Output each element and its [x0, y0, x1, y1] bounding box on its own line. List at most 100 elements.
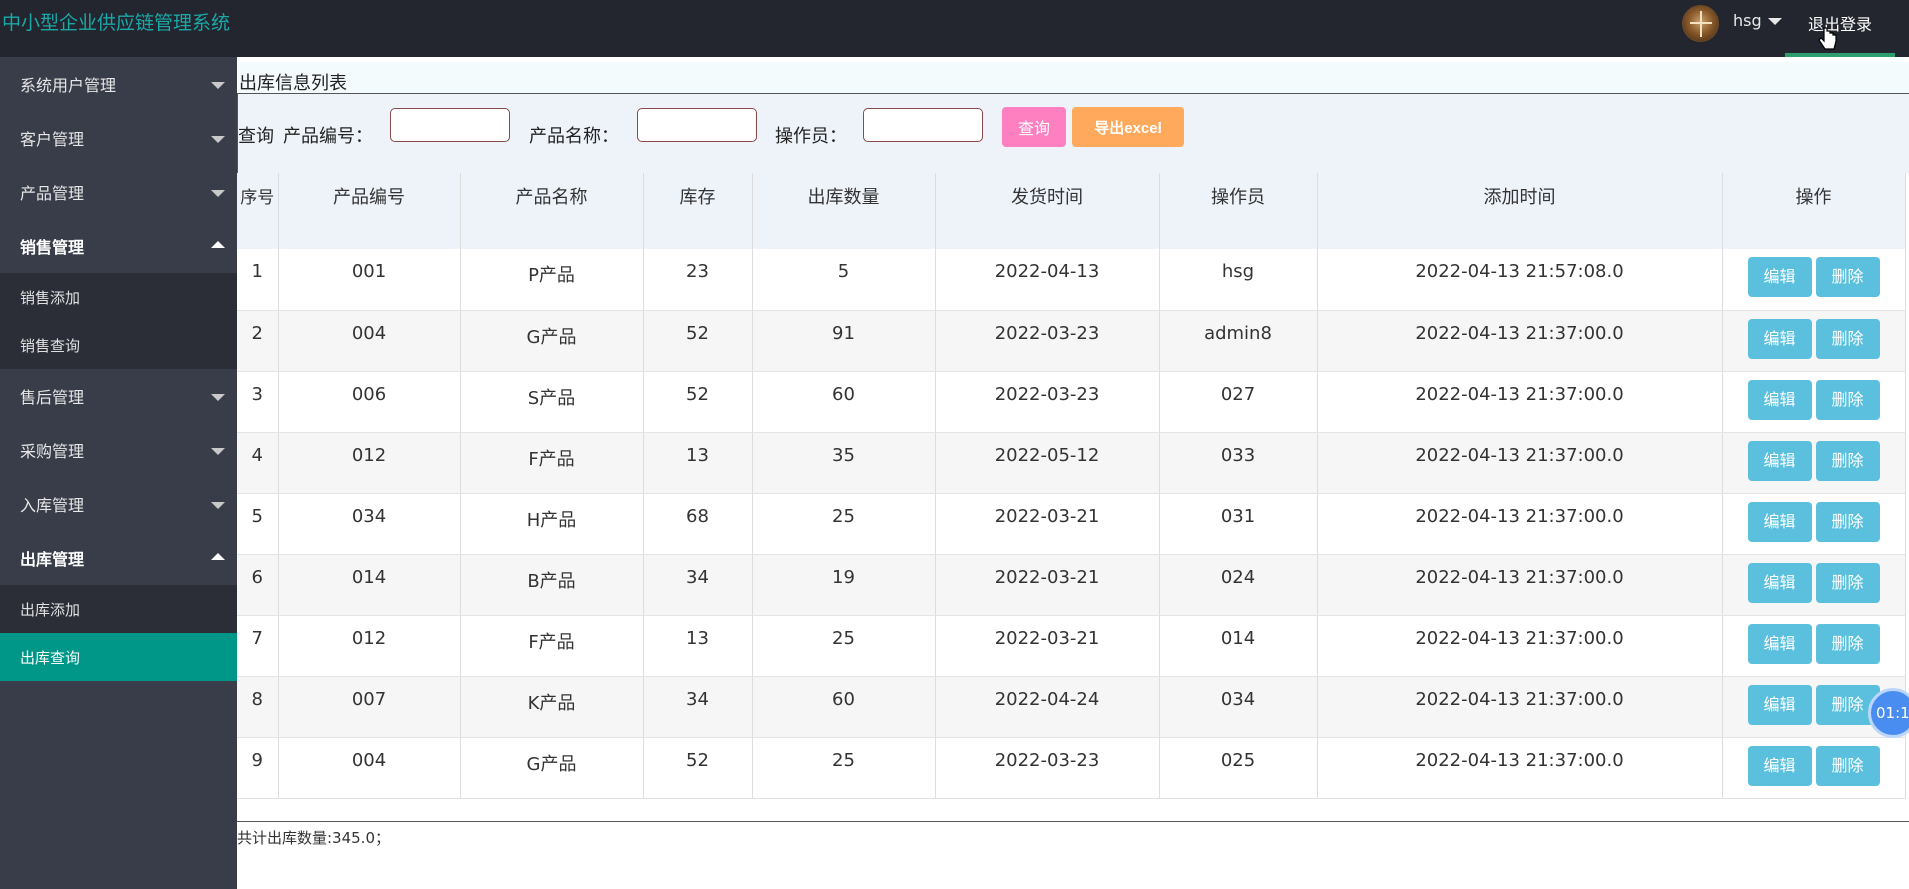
edit-button[interactable]: 编辑 — [1747, 379, 1812, 420]
table-cell: 2022-04-13 21:37:00.0 — [1317, 676, 1723, 738]
table-cell: 034 — [1159, 676, 1318, 738]
sidebar-group[interactable]: 出库管理 — [0, 531, 237, 585]
table-row: 8 007 K产品 34 60 2022-04-24 034 2022-04-13 21:37… — [237, 676, 1906, 738]
column-header: 库存 — [643, 173, 753, 249]
edit-button[interactable]: 编辑 — [1747, 562, 1812, 603]
search-form: 查询 产品编号： 产品名称： 操作员： 查询 导出excel — [237, 93, 1909, 173]
product-code-input[interactable] — [390, 108, 510, 142]
column-header: 出库数量 — [752, 173, 936, 249]
table-cell: G产品 — [460, 737, 644, 799]
sidebar-item[interactable]: 出库添加 — [0, 585, 237, 633]
table-cell: 35 — [752, 432, 936, 494]
outbound-total-summary: 共计出库数量:345.0； — [237, 829, 390, 847]
sidebar-item[interactable]: 出库查询 — [0, 633, 237, 681]
table-cell: 2022-04-24 — [935, 676, 1160, 738]
edit-button[interactable]: 编辑 — [1747, 318, 1812, 359]
table-cell: 2022-04-13 21:37:00.0 — [1317, 737, 1723, 799]
delete-button[interactable]: 删除 — [1815, 257, 1880, 297]
table-row: 7 012 F产品 13 25 2022-03-21 014 2022-04-13 21:37… — [237, 615, 1906, 677]
table-cell: K产品 — [460, 676, 644, 738]
sidebar-item[interactable]: 销售查询 — [0, 321, 237, 369]
delete-button[interactable]: 删除 — [1815, 562, 1880, 603]
query-button[interactable]: 查询 — [1002, 107, 1066, 147]
table-cell: 004 — [278, 737, 461, 799]
sidebar-item[interactable]: 销售添加 — [0, 273, 237, 321]
table-cell: 9 — [237, 737, 279, 799]
operator-label: 操作员： — [775, 126, 847, 147]
table-cell: 025 — [1159, 737, 1318, 799]
row-actions: 编辑 删除 — [1722, 737, 1906, 799]
row-actions: 编辑 删除 — [1722, 493, 1906, 555]
product-name-label: 产品名称： — [529, 126, 619, 147]
chevron-down-icon — [1767, 18, 1782, 25]
edit-button[interactable]: 编辑 — [1747, 501, 1812, 542]
outbound-table: 序号 产品编号 产品名称 库存 出库数量 发货时间 操作员 添加时间 操作 1 001 P产品 23 5… — [237, 173, 1909, 822]
sidebar-group[interactable]: 系统用户管理 — [0, 57, 237, 111]
table-cell: S产品 — [460, 371, 644, 433]
operator-input[interactable] — [863, 108, 983, 142]
table-cell: 024 — [1159, 554, 1318, 616]
table-cell: 60 — [752, 676, 936, 738]
table-cell: 25 — [752, 615, 936, 677]
table-cell: 5 — [752, 249, 936, 311]
export-excel-button[interactable]: 导出excel — [1072, 107, 1184, 147]
app-title: 中小型企业供应链管理系统 — [2, 12, 231, 34]
query-label: 查询 — [238, 126, 274, 147]
hand-cursor-icon — [1818, 27, 1837, 50]
table-cell: 014 — [1159, 615, 1318, 677]
sidebar-group[interactable]: 客户管理 — [0, 111, 237, 165]
table-row: 1 001 P产品 23 5 2022-04-13 hsg 2022-04-13 21:57:… — [237, 249, 1906, 311]
column-header: 操作员 — [1159, 173, 1318, 249]
edit-button[interactable]: 编辑 — [1747, 684, 1812, 725]
sidebar-group-label: 销售管理 — [20, 238, 85, 257]
table-cell: G产品 — [460, 310, 644, 372]
table-cell: 52 — [643, 310, 753, 372]
edit-button[interactable]: 编辑 — [1747, 745, 1812, 786]
table-cell: 2 — [237, 310, 279, 372]
edit-button[interactable]: 编辑 — [1747, 440, 1812, 481]
sidebar-group-label: 系统用户管理 — [20, 76, 117, 95]
delete-button[interactable]: 删除 — [1815, 440, 1880, 481]
sidebar-group[interactable]: 销售管理 — [0, 219, 237, 273]
delete-button[interactable]: 删除 — [1815, 623, 1880, 664]
table-cell: 6 — [237, 554, 279, 616]
delete-button[interactable]: 删除 — [1815, 501, 1880, 542]
table-cell: 91 — [752, 310, 936, 372]
delete-button[interactable]: 删除 — [1815, 745, 1880, 786]
table-cell: 2022-04-13 21:37:00.0 — [1317, 615, 1723, 677]
sidebar-group[interactable]: 入库管理 — [0, 477, 237, 531]
sidebar-group[interactable]: 采购管理 — [0, 423, 237, 477]
table-cell: 027 — [1159, 371, 1318, 433]
edit-button[interactable]: 编辑 — [1747, 257, 1812, 297]
delete-button[interactable]: 删除 — [1815, 318, 1880, 359]
table-cell: 014 — [278, 554, 461, 616]
table-cell: 2022-03-23 — [935, 310, 1160, 372]
column-header: 添加时间 — [1317, 173, 1723, 249]
table-cell: 2022-04-13 21:37:00.0 — [1317, 310, 1723, 372]
table-cell: 13 — [643, 615, 753, 677]
sidebar-group-label: 入库管理 — [20, 496, 85, 515]
table-cell: 004 — [278, 310, 461, 372]
username: hsg — [1733, 11, 1762, 30]
sidebar-group[interactable]: 产品管理 — [0, 165, 237, 219]
user-menu[interactable]: hsg — [1733, 11, 1782, 30]
table-cell: 19 — [752, 554, 936, 616]
table-cell: 2022-04-13 21:37:00.0 — [1317, 554, 1723, 616]
table-cell: H产品 — [460, 493, 644, 555]
product-name-input[interactable] — [637, 108, 757, 142]
row-actions: 编辑 删除 — [1722, 371, 1906, 433]
sidebar-group[interactable]: 售后管理 — [0, 369, 237, 423]
table-cell: P产品 — [460, 249, 644, 311]
user-avatar[interactable] — [1682, 5, 1719, 42]
sidebar-group-label: 产品管理 — [20, 184, 85, 203]
delete-button[interactable]: 删除 — [1815, 379, 1880, 420]
chevron-down-icon — [211, 394, 225, 401]
sidebar-group-label: 客户管理 — [20, 130, 85, 149]
table-row: 6 014 B产品 34 19 2022-03-21 024 2022-04-13 21:37… — [237, 554, 1906, 616]
table-cell: 2022-05-12 — [935, 432, 1160, 494]
chevron-up-icon — [211, 553, 225, 560]
edit-button[interactable]: 编辑 — [1747, 623, 1812, 664]
sidebar-submenu: 出库添加 出库查询 — [0, 585, 237, 681]
table-cell: 60 — [752, 371, 936, 433]
table-cell: 68 — [643, 493, 753, 555]
